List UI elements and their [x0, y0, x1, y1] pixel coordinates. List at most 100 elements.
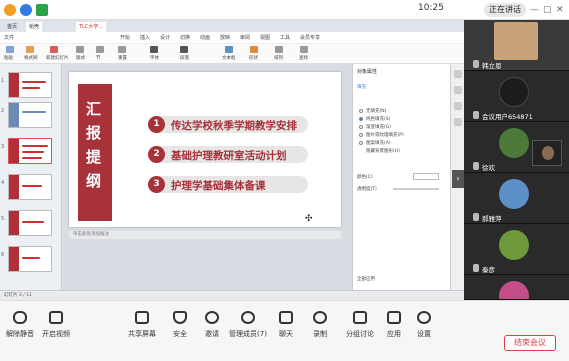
fill-option[interactable]: 无填充(N) — [366, 108, 386, 114]
manage-participants-button[interactable]: 管理成员(7) — [228, 307, 268, 339]
participant-name: 会议用户654871 — [482, 113, 533, 121]
new-slide-icon[interactable] — [50, 46, 58, 53]
properties-icon[interactable] — [454, 70, 462, 78]
settings-button[interactable]: 设置 — [404, 307, 444, 339]
menu-review[interactable]: 审阅 — [240, 34, 250, 41]
shape-icon[interactable] — [250, 46, 258, 53]
ribbon-paragraph[interactable]: 段落 — [180, 55, 189, 61]
record-button[interactable]: 录制 — [300, 307, 340, 339]
menu-start[interactable]: 开始 — [120, 34, 130, 41]
radio-icon[interactable] — [359, 117, 363, 121]
menu-insert[interactable]: 插入 — [140, 34, 150, 41]
slide-thumbnail[interactable] — [8, 72, 52, 98]
collapse-gallery-icon[interactable]: › — [452, 170, 464, 188]
maximize-button[interactable]: ▢ — [543, 4, 552, 16]
participant-tile[interactable]: 会议用户654871 — [464, 71, 569, 122]
wps-statusbar: 幻灯片 3 / 11 — [0, 290, 464, 300]
transition-icon[interactable] — [454, 102, 462, 110]
start-video-button[interactable]: 开启视频 — [36, 307, 76, 339]
agenda-number: 3 — [148, 176, 165, 193]
menu-animation[interactable]: 动画 — [200, 34, 210, 41]
participant-tile[interactable] — [464, 275, 569, 300]
mic-icon — [473, 264, 479, 272]
paragraph-icon[interactable] — [180, 46, 188, 53]
menu-slideshow[interactable]: 放映 — [220, 34, 230, 41]
format-painter-icon[interactable] — [26, 46, 34, 53]
close-button[interactable]: ✕ — [556, 4, 564, 16]
slide-thumbnail[interactable] — [8, 102, 52, 128]
layout-icon[interactable] — [76, 46, 84, 53]
end-meeting-button[interactable]: 结束会议 — [504, 335, 556, 351]
invite-button[interactable]: 邀请 — [192, 307, 232, 339]
ribbon-reset[interactable]: 重置 — [118, 55, 127, 61]
avatar — [499, 281, 529, 299]
ribbon-layout[interactable]: 版式 — [76, 55, 85, 61]
wps-tab-bar: 首页 稻壳 TLC大学… — [0, 20, 464, 32]
radio-icon[interactable] — [359, 141, 363, 145]
apply-all-button[interactable]: 全部应用 — [357, 276, 375, 282]
slide-thumbnail[interactable] — [8, 174, 52, 200]
arrange-icon[interactable] — [275, 46, 283, 53]
participant-tile[interactable]: 韩立恩 — [464, 20, 569, 71]
ribbon-format-painter[interactable]: 格式刷 — [24, 55, 38, 61]
minimize-button[interactable]: — — [530, 4, 539, 16]
menu-design[interactable]: 设计 — [160, 34, 170, 41]
ribbon-find[interactable]: 查找 — [299, 55, 308, 61]
ribbon-arrange[interactable]: 排列 — [274, 55, 283, 61]
menu-file[interactable]: 文件 — [4, 34, 14, 41]
fill-option[interactable]: 纯色填充(S) — [366, 116, 390, 122]
participant-tile[interactable]: 郝雅萍 — [464, 173, 569, 224]
wps-tab-home[interactable]: 首页 — [4, 22, 20, 32]
color-picker[interactable] — [413, 173, 439, 180]
participant-name: 秦彦 — [482, 266, 495, 274]
props-title: 对象属性 — [357, 69, 378, 75]
slide-thumbnail[interactable] — [8, 246, 52, 272]
ribbon-section[interactable]: 节 — [96, 55, 101, 61]
mic-icon — [473, 213, 479, 221]
animation-icon[interactable] — [454, 86, 462, 94]
fill-option[interactable]: 图片或纹理填充(P) — [366, 132, 404, 138]
menu-member[interactable]: 会员专享 — [300, 34, 320, 41]
props-tab-fill[interactable]: 填充 — [357, 84, 366, 90]
security-shield-icon[interactable] — [20, 4, 32, 16]
meeting-info-icon[interactable] — [4, 4, 16, 16]
mic-icon — [473, 162, 479, 170]
slide-thumbnail[interactable] — [8, 210, 52, 236]
self-view-thumbnail[interactable] — [532, 140, 562, 166]
wps-menu-bar: 文件 开始 插入 设计 切换 动画 放映 审阅 视图 工具 会员专享 — [0, 32, 464, 44]
paste-icon[interactable] — [6, 46, 14, 53]
slide-thumbnail-active[interactable] — [8, 138, 52, 164]
fill-option[interactable]: 渐变填充(G) — [366, 124, 391, 130]
format-icon[interactable] — [454, 118, 462, 126]
menu-tools[interactable]: 工具 — [280, 34, 290, 41]
breakout-icon — [353, 311, 367, 324]
transparency-slider[interactable] — [393, 188, 439, 190]
find-icon[interactable] — [300, 46, 308, 53]
fill-option[interactable]: 图案填充(A) — [366, 140, 391, 146]
textbox-icon[interactable] — [225, 46, 233, 53]
fill-option[interactable]: 隐藏背景图形(H) — [366, 148, 400, 154]
ribbon-new-slide[interactable]: 新建幻灯片 — [46, 55, 69, 61]
reset-icon[interactable] — [118, 46, 126, 53]
notes-field[interactable]: 单击此处添加备注 — [69, 231, 341, 239]
wps-tab-document[interactable]: TLC大学… — [76, 22, 107, 32]
radio-icon[interactable] — [359, 109, 363, 113]
section-icon[interactable] — [96, 46, 104, 53]
menu-transition[interactable]: 切换 — [180, 34, 190, 41]
wps-tab-docer[interactable]: 稻壳 — [26, 22, 43, 32]
slide-canvas[interactable]: 汇 报 提 纲 1 传达学校秋季学期教学安排 2 基础护理教研室活动计划 3 护… — [69, 72, 341, 227]
chat-icon — [279, 311, 293, 324]
ribbon-textbox[interactable]: 文本框 — [222, 55, 236, 61]
unmute-button[interactable]: 解除静音 — [0, 307, 40, 339]
radio-icon[interactable] — [359, 125, 363, 129]
ribbon-paste[interactable]: 粘贴 — [4, 55, 13, 61]
mic-icon — [473, 111, 479, 119]
share-screen-button[interactable]: 共享屏幕 — [122, 307, 162, 339]
ribbon-shape[interactable]: 形状 — [249, 55, 258, 61]
ribbon-font[interactable]: 字体 — [150, 55, 159, 61]
menu-view[interactable]: 视图 — [260, 34, 270, 41]
participant-name: 徐欢 — [482, 164, 495, 172]
font-icon[interactable] — [150, 46, 158, 53]
participant-tile[interactable]: 秦彦 — [464, 224, 569, 275]
radio-icon[interactable] — [359, 133, 363, 137]
